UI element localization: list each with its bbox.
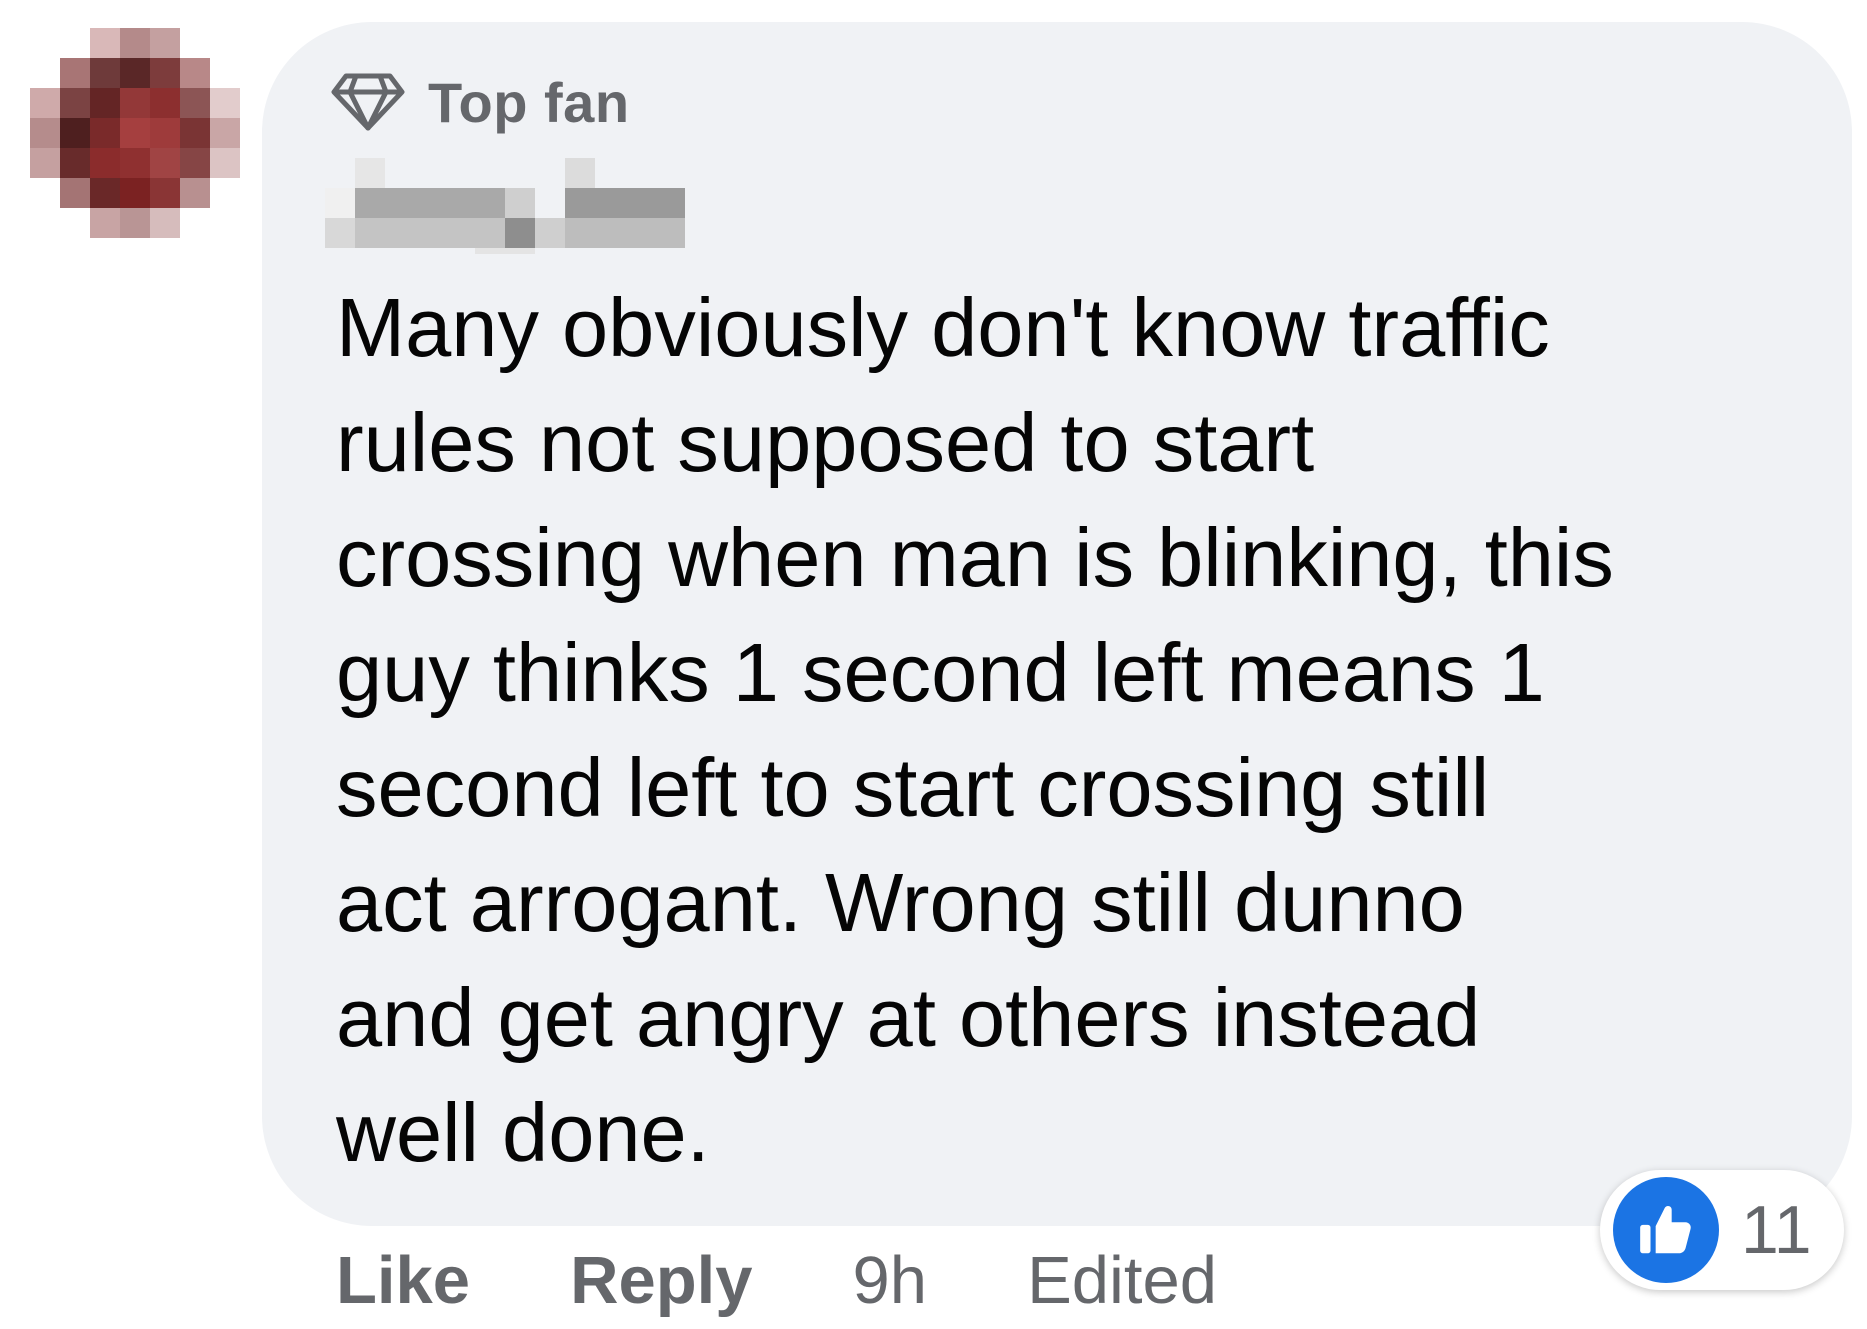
reply-button[interactable]: Reply [570,1242,752,1319]
diamond-icon [330,72,406,132]
reactions-pill[interactable]: 11 [1600,1170,1844,1290]
avatar[interactable] [30,28,240,240]
thumbs-up-icon [1613,1177,1719,1283]
author-name[interactable] [325,158,705,254]
like-button[interactable]: Like [336,1242,470,1319]
badge-label: Top fan [428,70,630,134]
reaction-count: 11 [1741,1192,1812,1268]
comment-actions: Like Reply 9h Edited [336,1240,1217,1320]
comment-text: Many obviously don't know traffic rules … [336,281,1614,1179]
edited-label[interactable]: Edited [1027,1242,1217,1319]
top-fan-badge: Top fan [330,66,630,138]
comment-timestamp[interactable]: 9h [853,1242,928,1319]
